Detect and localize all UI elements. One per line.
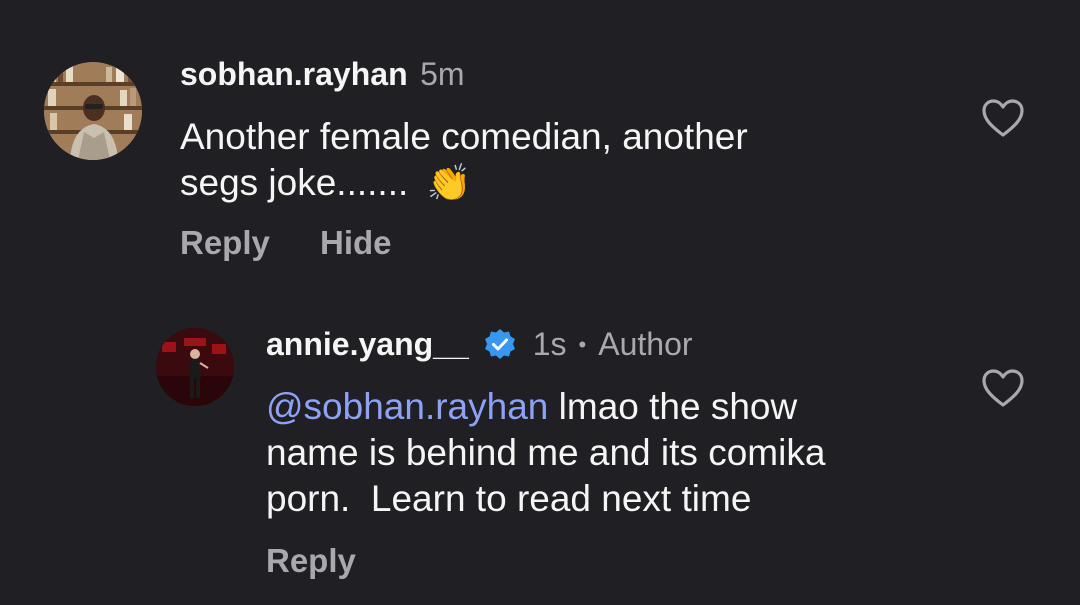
reply-text-line: porn. Learn to read next time	[266, 478, 752, 519]
reply-text-line: name is behind me and its comika	[266, 432, 826, 473]
comment-sobhan: sobhan.rayhan 5m Another female comedian…	[0, 0, 1080, 290]
comment-header: sobhan.rayhan 5m	[180, 56, 465, 93]
avatar-annie[interactable]	[156, 328, 234, 406]
reply-button[interactable]: Reply	[266, 542, 356, 580]
comment-text-line: Another female comedian, another	[180, 116, 748, 157]
username[interactable]: sobhan.rayhan	[180, 56, 408, 92]
reply-header: annie.yang__ 1s • Author	[266, 326, 693, 363]
reply-button[interactable]: Reply	[180, 224, 270, 262]
avatar-sobhan[interactable]	[44, 62, 142, 160]
timestamp: 1s	[532, 326, 567, 362]
hide-button[interactable]: Hide	[320, 224, 392, 262]
heart-icon[interactable]	[981, 368, 1025, 408]
heart-icon[interactable]	[981, 98, 1025, 138]
reply-text-line: lmao the show	[548, 386, 798, 427]
username[interactable]: annie.yang__	[266, 326, 469, 363]
clapping-hands-emoji: 👏	[426, 162, 472, 203]
reply-text: @sobhan.rayhan lmao the show name is beh…	[266, 384, 966, 522]
author-label: Author	[598, 326, 693, 362]
comment-text-line: segs joke.......	[180, 162, 409, 203]
separator-dot: •	[578, 331, 587, 357]
reply-annie: annie.yang__ 1s • Author @sobhan.rayhan …	[0, 300, 1080, 605]
comment-text: Another female comedian, another segs jo…	[180, 114, 960, 206]
verified-badge-icon	[484, 328, 515, 359]
avatar-photo	[44, 62, 142, 160]
timestamp: 5m	[420, 56, 465, 92]
avatar-photo	[156, 328, 234, 406]
mention-link[interactable]: @sobhan.rayhan	[266, 386, 548, 427]
